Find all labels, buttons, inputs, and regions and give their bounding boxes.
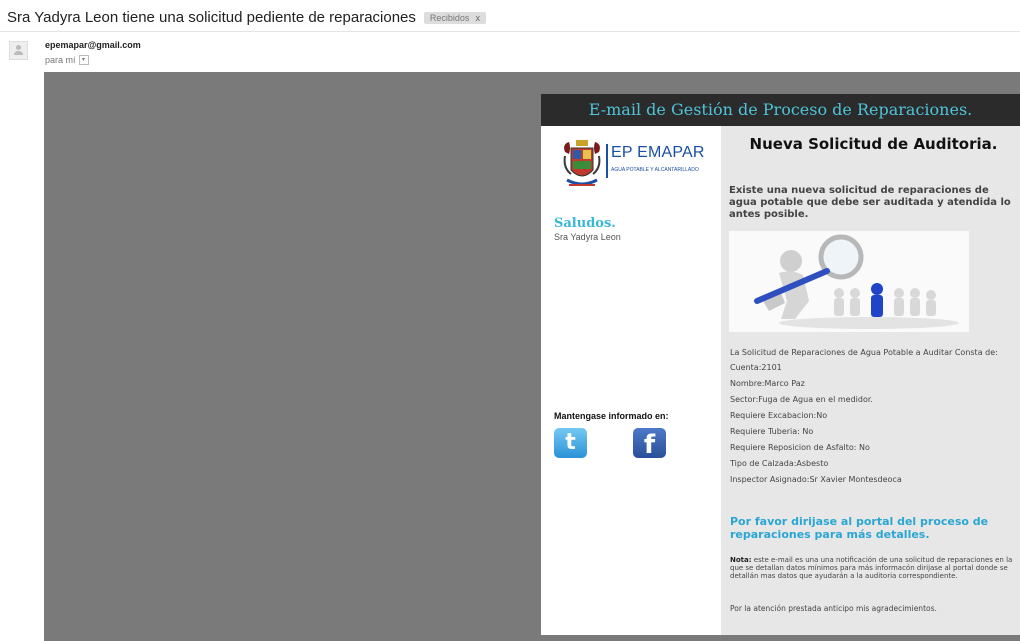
audit-illustration	[729, 231, 969, 332]
note-text: este e-mail es una una notificación de u…	[730, 556, 1013, 580]
detail-row: Inspector Asignado:Sr Xavier Montesdeoca	[730, 475, 902, 484]
greeting-title: Saludos.	[554, 216, 616, 231]
content-intro: Existe una nueva solicitud de reparacion…	[729, 185, 1011, 220]
recipient-details-dropdown-icon[interactable]: ▾	[78, 55, 89, 65]
request-details: La Solicitud de Reparaciones de Agua Pot…	[730, 348, 1015, 491]
twitter-glyph: t	[565, 430, 576, 455]
twitter-icon[interactable]: t	[554, 428, 587, 458]
detail-row: Cuenta:2101	[730, 363, 782, 372]
facebook-icon[interactable]: f	[633, 428, 666, 460]
detail-row: Requiere Tuberia: No	[730, 427, 814, 436]
detail-row: Requiere Reposicion de Asfalto: No	[730, 443, 870, 452]
social-heading: Mantengase informado en:	[554, 411, 669, 421]
inbox-label-text: Recibidos	[429, 12, 470, 23]
sender-address[interactable]: epemapar@gmail.com	[45, 40, 141, 50]
banner-title: E-mail de Gestión de Proceso de Reparaci…	[588, 100, 973, 119]
subject-row: Sra Yadyra Leon tiene una solicitud pedi…	[7, 9, 486, 26]
footer-note: Nota: este e-mail es una una notificació…	[730, 556, 1015, 580]
facebook-glyph: f	[643, 430, 656, 460]
logo-divider	[606, 144, 608, 178]
note-label: Nota:	[730, 556, 752, 564]
detail-row: Tipo de Calzada:Asbesto	[730, 459, 829, 468]
recipient-text: para mí	[45, 55, 76, 65]
details-intro: La Solicitud de Reparaciones de Agua Pot…	[730, 348, 998, 357]
detail-row: Nombre:Marco Paz	[730, 379, 805, 388]
recipient-line: para mí ▾	[45, 55, 89, 65]
portal-call-to-action[interactable]: Por favor dirijase al portal del proceso…	[730, 515, 1020, 541]
left-column: EP EMAPAR AGUA POTABLE Y ALCANTARILLADO …	[541, 126, 721, 635]
content-title: Nueva Solicitud de Auditoria.	[749, 135, 998, 153]
coat-of-arms-icon	[563, 140, 601, 186]
greeting-name: Sra Yadyra Leon	[554, 232, 621, 242]
logo-tagline: AGUA POTABLE Y ALCANTARILLADO	[611, 167, 699, 173]
thanks-text: Por la atención prestada anticipo mis ag…	[730, 604, 937, 613]
company-logo: EP EMAPAR AGUA POTABLE Y ALCANTARILLADO	[561, 138, 711, 192]
header-divider	[0, 31, 1020, 32]
detail-row: Requiere Excabacion:No	[730, 411, 828, 420]
magnifier-people-illustration-icon	[754, 234, 959, 329]
email-card: E-mail de Gestión de Proceso de Reparaci…	[541, 94, 1020, 635]
right-column: Nueva Solicitud de Auditoria. Existe una…	[721, 126, 1020, 635]
remove-label-icon[interactable]: x	[475, 13, 480, 23]
sender-avatar-icon	[9, 41, 28, 60]
inbox-label-chip[interactable]: Recibidos x	[423, 11, 486, 24]
detail-row: Sector:Fuga de Agua en el medidor.	[730, 395, 873, 404]
email-banner: E-mail de Gestión de Proceso de Reparaci…	[541, 94, 1020, 126]
email-subject: Sra Yadyra Leon tiene una solicitud pedi…	[7, 9, 416, 26]
logo-brand-text: EP EMAPAR	[611, 144, 705, 161]
